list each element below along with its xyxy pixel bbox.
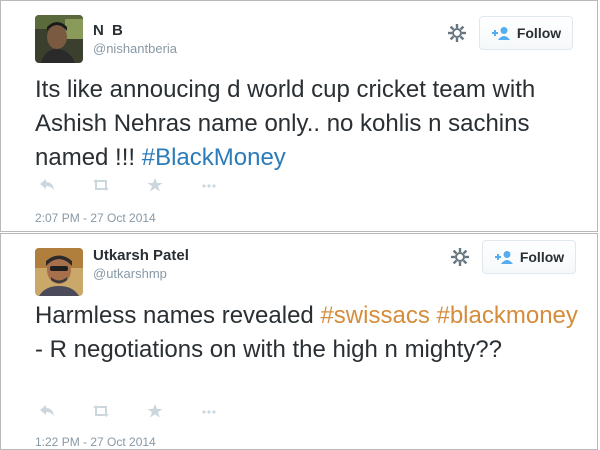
user-name[interactable]: N B — [93, 22, 125, 39]
tweet-actions — [39, 178, 255, 192]
user-handle[interactable]: @utkarshmp — [93, 266, 167, 281]
follow-user-icon — [494, 251, 513, 264]
more-icon[interactable] — [201, 404, 217, 418]
follow-label: Follow — [516, 25, 562, 41]
follow-user-icon — [491, 27, 510, 40]
tweet-actions — [39, 404, 255, 418]
tweet-text: Its like annoucing d world cup cricket t… — [35, 73, 580, 175]
tweet-card: N B @nishantberia Follow Its like annouc… — [0, 0, 598, 232]
follow-button[interactable]: Follow — [479, 16, 573, 50]
gear-icon[interactable] — [447, 23, 467, 43]
tweet-timestamp[interactable]: 2:07 PM - 27 Oct 2014 — [35, 211, 156, 225]
retweet-icon[interactable] — [93, 178, 109, 192]
user-name[interactable]: Utkarsh Patel — [93, 247, 189, 264]
favorite-icon[interactable] — [147, 404, 163, 418]
tweet-text: Harmless names revealed #swissacs #black… — [35, 299, 580, 367]
hashtag-link[interactable]: #swissacs — [320, 302, 429, 329]
tweet-body-end: - R negotiations on with the high n migh… — [35, 336, 502, 363]
tweet-card: Utkarsh Patel @utkarshmp Follow Harmless… — [0, 233, 598, 450]
hashtag-link[interactable]: #BlackMoney — [142, 144, 286, 171]
tweet-timestamp[interactable]: 1:22 PM - 27 Oct 2014 — [35, 435, 156, 449]
gear-icon[interactable] — [450, 247, 470, 267]
hashtag-link[interactable]: #blackmoney — [436, 302, 577, 329]
tweet-body-start: Harmless names revealed — [35, 302, 321, 329]
avatar[interactable] — [35, 15, 83, 63]
avatar[interactable] — [35, 248, 83, 296]
more-icon[interactable] — [201, 178, 217, 192]
reply-icon[interactable] — [39, 404, 55, 418]
follow-label: Follow — [519, 249, 565, 265]
favorite-icon[interactable] — [147, 178, 163, 192]
retweet-icon[interactable] — [93, 404, 109, 418]
follow-button[interactable]: Follow — [482, 240, 576, 274]
user-handle[interactable]: @nishantberia — [93, 41, 177, 56]
reply-icon[interactable] — [39, 178, 55, 192]
